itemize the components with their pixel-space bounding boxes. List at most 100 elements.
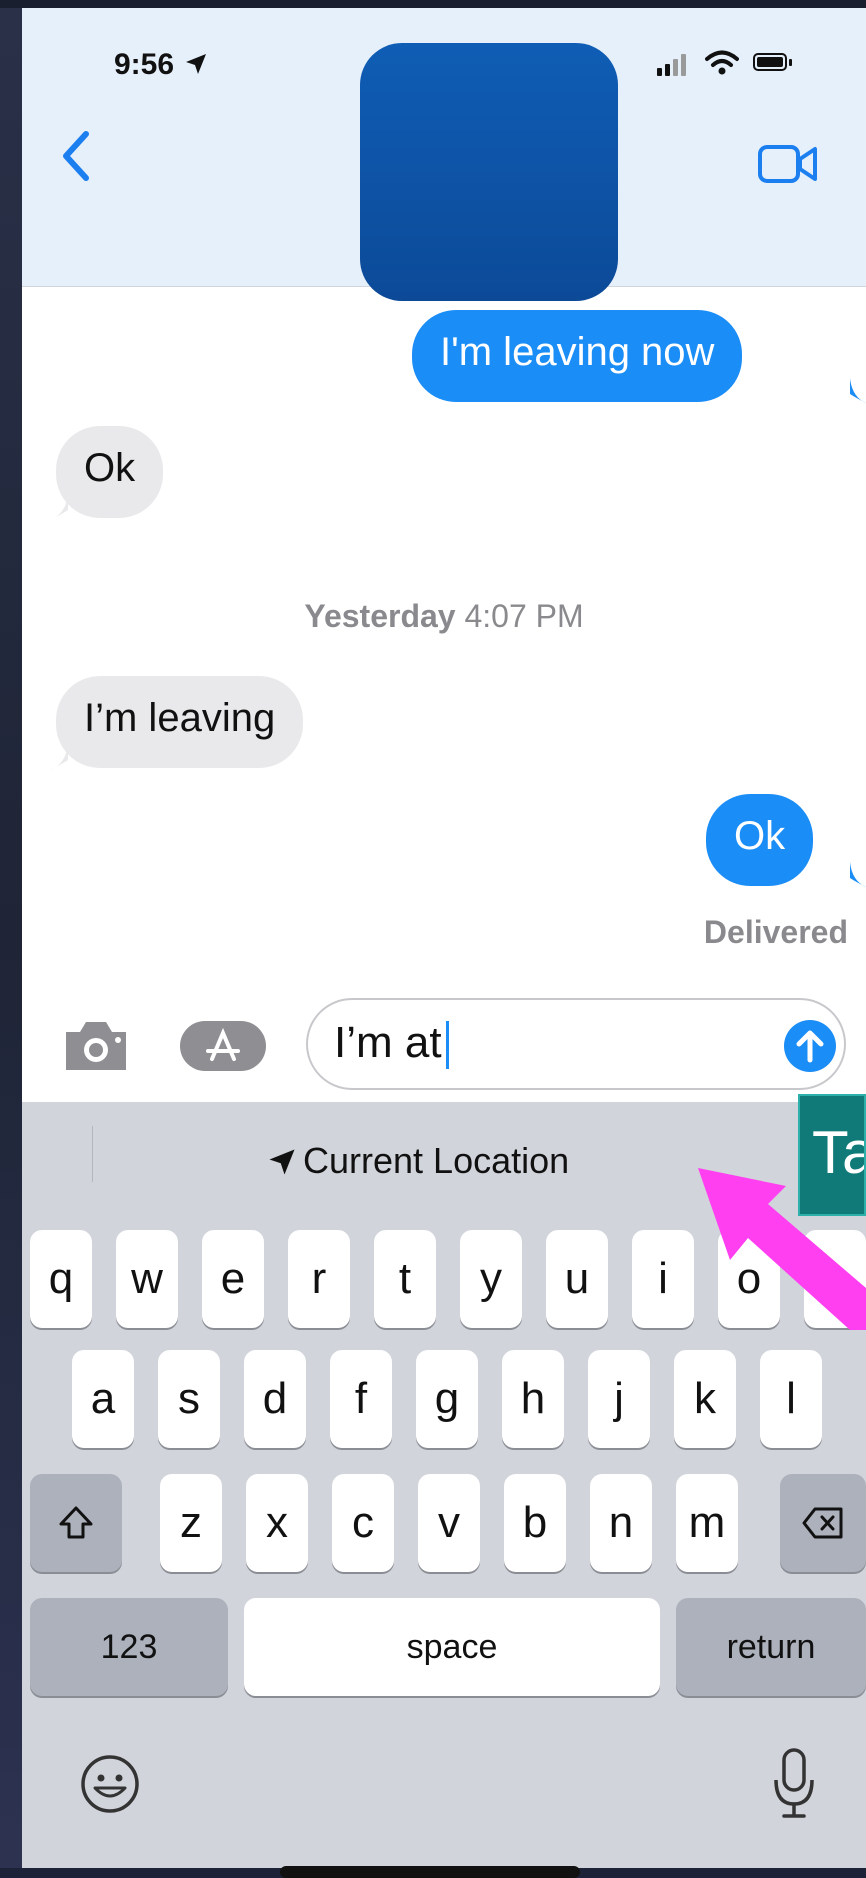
key-e[interactable]: e xyxy=(202,1230,264,1328)
pink-arrow-annotation xyxy=(698,1168,866,1330)
bubble-tail xyxy=(50,494,68,520)
message-bubble-received[interactable]: I’m leaving xyxy=(56,676,304,768)
key-label: s xyxy=(178,1374,200,1423)
message-bubble-sent[interactable]: I'm leaving now xyxy=(412,310,743,402)
key-h[interactable]: h xyxy=(502,1350,564,1448)
suggestion-divider xyxy=(92,1126,93,1182)
signal-bar xyxy=(665,64,670,76)
shift-icon xyxy=(59,1506,93,1539)
key-c[interactable]: c xyxy=(332,1474,394,1572)
key-k[interactable]: k xyxy=(674,1350,736,1448)
suggestion-current-location[interactable]: Current Location xyxy=(267,1140,569,1182)
message-bubble-received[interactable]: Ok xyxy=(56,426,164,518)
key-m[interactable]: m xyxy=(676,1474,738,1572)
key-t[interactable]: t xyxy=(374,1230,436,1328)
key-label: 123 xyxy=(100,1627,158,1666)
key-label: d xyxy=(262,1374,288,1423)
location-arrow-icon xyxy=(186,54,207,74)
app-store-icon[interactable] xyxy=(180,1021,266,1071)
status-indicators xyxy=(657,50,807,76)
key-label: space xyxy=(406,1627,498,1666)
backspace-icon xyxy=(802,1507,843,1539)
key-b[interactable]: b xyxy=(504,1474,566,1572)
bubble-tail xyxy=(50,744,68,770)
battery-fill xyxy=(757,57,783,67)
battery-icon xyxy=(753,53,787,71)
key-label: v xyxy=(438,1498,460,1547)
key-s[interactable]: s xyxy=(158,1350,220,1448)
key-y[interactable]: y xyxy=(460,1230,522,1328)
key-label: i xyxy=(658,1254,668,1303)
space-key[interactable]: space xyxy=(244,1598,660,1696)
send-arrow-icon[interactable] xyxy=(784,1020,836,1072)
message-bubble-sent[interactable]: Ok xyxy=(706,794,814,886)
key-q[interactable]: q xyxy=(30,1230,92,1328)
key-i[interactable]: i xyxy=(632,1230,694,1328)
shift-key[interactable] xyxy=(30,1474,122,1572)
key-label: h xyxy=(520,1374,546,1423)
message-text: I’m leaving xyxy=(84,696,276,740)
key-j[interactable]: j xyxy=(588,1350,650,1448)
key-label: e xyxy=(220,1254,246,1303)
bubble-tail xyxy=(850,862,866,888)
key-label: u xyxy=(564,1254,590,1303)
return-key[interactable]: return xyxy=(676,1598,866,1696)
photo-frame-top xyxy=(0,0,866,8)
status-time: 9:56 xyxy=(114,48,208,82)
key-label: g xyxy=(434,1374,460,1423)
key-x[interactable]: x xyxy=(246,1474,308,1572)
key-label: l xyxy=(786,1374,796,1423)
key-r[interactable]: r xyxy=(288,1230,350,1328)
key-g[interactable]: g xyxy=(416,1350,478,1448)
key-z[interactable]: z xyxy=(160,1474,222,1572)
key-label: f xyxy=(354,1374,368,1423)
key-label: t xyxy=(398,1254,412,1303)
key-label: q xyxy=(48,1254,74,1303)
suggestion-label: Current Location xyxy=(303,1140,570,1181)
signal-bar xyxy=(681,54,686,76)
key-label: y xyxy=(480,1254,502,1303)
key-label: w xyxy=(131,1254,163,1303)
key-u[interactable]: u xyxy=(546,1230,608,1328)
key-label: j xyxy=(614,1374,624,1423)
key-label: x xyxy=(266,1498,288,1547)
key-label: n xyxy=(608,1498,634,1547)
text-cursor xyxy=(445,1021,449,1070)
signal-bar xyxy=(673,59,678,76)
key-label: return xyxy=(726,1627,816,1666)
camera-icon[interactable] xyxy=(62,1018,130,1074)
message-input-text[interactable]: I’m at xyxy=(334,1018,449,1070)
key-a[interactable]: a xyxy=(72,1350,134,1448)
key-label: r xyxy=(311,1254,327,1303)
key-l[interactable]: l xyxy=(760,1350,822,1448)
key-label: a xyxy=(90,1374,116,1423)
message-timestamp: Yesterday 4:07 PM xyxy=(22,598,866,635)
key-label: c xyxy=(352,1498,374,1547)
timestamp-day: Yesterday xyxy=(304,598,456,634)
app-store-glyph xyxy=(206,1027,260,1064)
timestamp-time: 4:07 PM xyxy=(464,598,584,634)
message-text: Ok xyxy=(84,446,136,490)
numbers-key[interactable]: 123 xyxy=(30,1598,228,1696)
status-time-text: 9:56 xyxy=(114,48,175,81)
message-input-field[interactable]: I’m at xyxy=(306,998,846,1090)
delete-key[interactable] xyxy=(780,1474,866,1572)
key-f[interactable]: f xyxy=(330,1350,392,1448)
chevron-left-icon[interactable] xyxy=(56,126,96,186)
key-v[interactable]: v xyxy=(418,1474,480,1572)
key-d[interactable]: d xyxy=(244,1350,306,1448)
key-n[interactable]: n xyxy=(590,1474,652,1572)
message-text: Ok xyxy=(734,814,786,858)
key-label: z xyxy=(180,1498,202,1547)
key-w[interactable]: w xyxy=(116,1230,178,1328)
facetime-video-icon[interactable] xyxy=(757,144,819,184)
send-arrow-glyph xyxy=(796,1030,824,1063)
message-input-value: I’m at xyxy=(334,1018,442,1067)
signal-icon xyxy=(657,68,662,76)
microphone-icon[interactable] xyxy=(770,1746,818,1822)
key-label: m xyxy=(688,1498,726,1547)
key-label: k xyxy=(694,1374,716,1423)
message-text: I'm leaving now xyxy=(440,330,715,374)
emoji-icon[interactable] xyxy=(78,1752,142,1816)
wifi-icon xyxy=(705,50,739,75)
